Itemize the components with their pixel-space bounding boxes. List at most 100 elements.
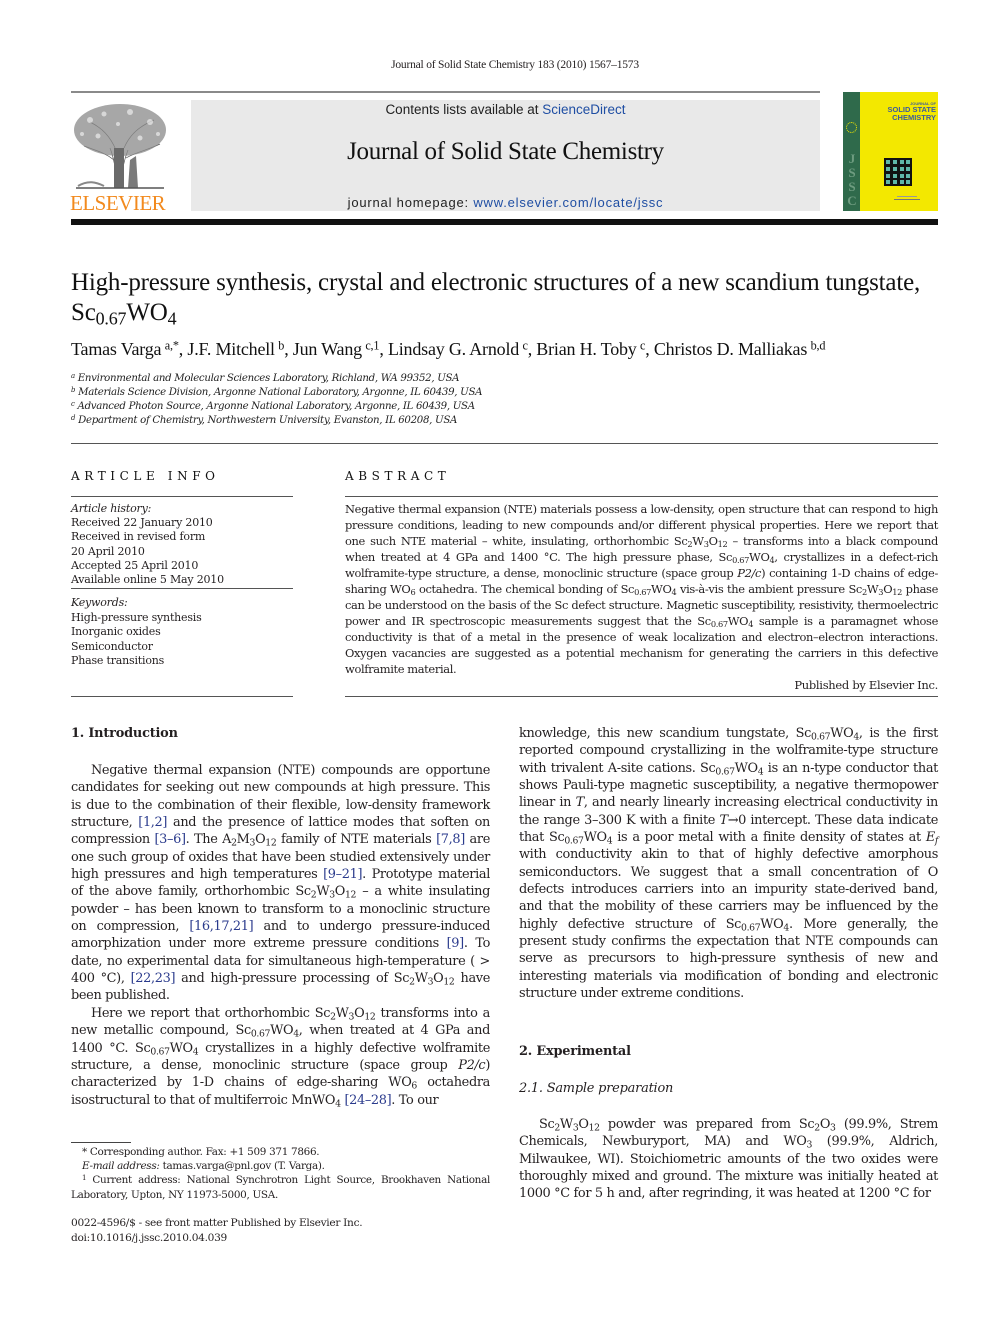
text-run: WO: [583, 830, 607, 846]
footnote-rule: [71, 1142, 131, 1143]
author-affil-marker: c: [522, 338, 528, 353]
footnotes: * Corresponding author. Fax: +1 509 371 …: [71, 1145, 490, 1202]
subscript: 0.67: [741, 922, 761, 934]
author[interactable]: Christos D. Malliakas b,d: [653, 339, 826, 359]
email-label: E-mail address:: [82, 1160, 160, 1173]
text-run: W: [866, 582, 879, 597]
text-run: W: [335, 1005, 349, 1021]
text-run: W: [316, 884, 330, 900]
author[interactable]: Brian H. Toby c: [536, 339, 645, 359]
subscript: 0.67: [710, 619, 728, 630]
keyword: Phase transitions: [71, 654, 165, 667]
text-run: WO: [651, 582, 672, 597]
text-run: W: [414, 971, 428, 987]
subscript: 12: [892, 587, 902, 598]
divider: [71, 443, 938, 444]
affiliation: a Environmental and Molecular Sciences L…: [71, 372, 571, 386]
divider: [71, 496, 293, 497]
affiliation-list: a Environmental and Molecular Sciences L…: [71, 372, 571, 428]
author[interactable]: Tamas Varga a,*: [71, 339, 179, 359]
front-matter: 0022-4596/$ - see front matter Published…: [71, 1216, 490, 1245]
cover-spine-letters: J S S C: [845, 152, 859, 208]
sciencedirect-link[interactable]: ScienceDirect: [542, 102, 625, 117]
cover-crystal-image: [884, 158, 912, 186]
divider: [71, 696, 293, 697]
text-run: O: [819, 1117, 831, 1132]
subscript: 12: [364, 1011, 376, 1023]
email-address[interactable]: tamas.varga@pnl.gov (T. Varga).: [160, 1160, 325, 1172]
subscript: 0.67: [250, 1028, 271, 1040]
article-info-heading: ARTICLE INFO: [71, 469, 220, 483]
homepage-line: journal homepage: www.elsevier.com/locat…: [191, 195, 820, 210]
subscript: 12: [443, 976, 455, 988]
divider: [345, 496, 938, 497]
author-list: Tamas Varga a,*, J.F. Mitchell b, Jun Wa…: [71, 338, 826, 359]
footnote-text: Current address: National Synchrotron Li…: [71, 1174, 490, 1201]
text-run: WO: [727, 614, 749, 629]
author-name: Jun Wang: [292, 339, 362, 359]
text-run: T: [719, 812, 728, 828]
text-run: T: [575, 795, 585, 811]
subscript: 0.67: [150, 1045, 170, 1057]
citation-link[interactable]: [22,23]: [131, 971, 176, 986]
text-run: M: [236, 832, 250, 848]
author[interactable]: J.F. Mitchell b: [187, 339, 284, 359]
journal-name: Journal of Solid State Chemistry: [347, 138, 664, 165]
affiliation-text: Department of Chemistry, Northwestern Un…: [78, 415, 458, 426]
affiliation-key: a: [71, 371, 75, 380]
paragraph: Here we report that orthorhombic Sc2W3O1…: [71, 1005, 490, 1109]
keywords: Keywords: High-pressure synthesis Inorga…: [71, 596, 293, 669]
homepage-link[interactable]: www.elsevier.com/locate/jssc: [473, 195, 663, 210]
doi-link[interactable]: doi:10.1016/j.jssc.2010.04.039: [71, 1231, 490, 1246]
abstract-heading: ABSTRACT: [345, 469, 451, 483]
affiliation: c Advanced Photon Source, Argonne Nation…: [71, 400, 571, 414]
cover-title: JOURNAL OF SOLID STATE CHEMISTRY: [861, 101, 936, 122]
citation-link[interactable]: [24–28]: [344, 1093, 391, 1108]
text-run: knowledge, this new scandium tungstate, …: [519, 726, 811, 741]
text-run: Here we report that orthorhombic Sc: [91, 1005, 331, 1021]
subscript: 0.67: [732, 555, 750, 566]
author[interactable]: Lindsay G. Arnold c: [388, 339, 528, 359]
affiliation-text: Advanced Photon Source, Argonne National…: [77, 401, 476, 412]
affiliation-key: b: [71, 385, 76, 394]
affiliation-text: Materials Science Division, Argonne Nati…: [78, 387, 483, 398]
title-text: WO: [126, 299, 168, 326]
text-run: O: [708, 534, 718, 549]
affiliation-key: d: [71, 413, 76, 422]
header-thick-rule: [71, 219, 938, 225]
divider: [345, 696, 938, 697]
spine-letter: S: [848, 165, 856, 180]
citation-link[interactable]: [9–21]: [323, 867, 362, 882]
text-run: WO: [830, 726, 854, 741]
text-run: octahedra. The chemical bonding of Sc: [415, 582, 635, 597]
text-run: and high-pressure processing of Sc: [175, 971, 410, 987]
text-run: is a poor metal with a finite density of…: [612, 830, 926, 846]
paragraph-continued: knowledge, this new scandium tungstate, …: [519, 725, 938, 1003]
text-run: O: [334, 884, 346, 900]
author-name: Brian H. Toby: [536, 339, 637, 359]
text-run: W: [559, 1117, 573, 1132]
affiliation: d Department of Chemistry, Northwestern …: [71, 414, 571, 428]
author[interactable]: Jun Wang c,1: [293, 339, 380, 359]
citation-link[interactable]: [3–6]: [154, 832, 186, 847]
text-run: WO: [734, 760, 758, 776]
citation-link[interactable]: [9]: [447, 936, 465, 951]
cover-title-line2: CHEMISTRY: [892, 113, 936, 122]
author-name: Christos D. Malliakas: [653, 339, 808, 359]
text-run: . The A: [185, 832, 232, 848]
body-column-left: Negative thermal expansion (NTE) compoun…: [71, 762, 490, 1109]
text-run: O: [433, 971, 444, 987]
citation-link[interactable]: [16,17,21]: [189, 919, 253, 934]
author-name: J.F. Mitchell: [187, 339, 275, 359]
citation-link[interactable]: [1,2]: [138, 815, 167, 830]
author-affil-marker: c: [640, 338, 646, 353]
text-run: O: [883, 582, 893, 597]
author-affil-marker: c,1: [365, 338, 380, 353]
article-title: High-pressure synthesis, crystal and ele…: [71, 268, 951, 328]
citation-link[interactable]: [7,8]: [436, 832, 465, 847]
keyword: Semiconductor: [71, 639, 153, 653]
history-item: 20 April 2010: [71, 544, 145, 558]
affiliation-key: c: [71, 399, 75, 408]
footnote-corresponding: * Corresponding author. Fax: +1 509 371 …: [71, 1145, 490, 1159]
issn-line: 0022-4596/$ - see front matter Published…: [71, 1217, 363, 1229]
